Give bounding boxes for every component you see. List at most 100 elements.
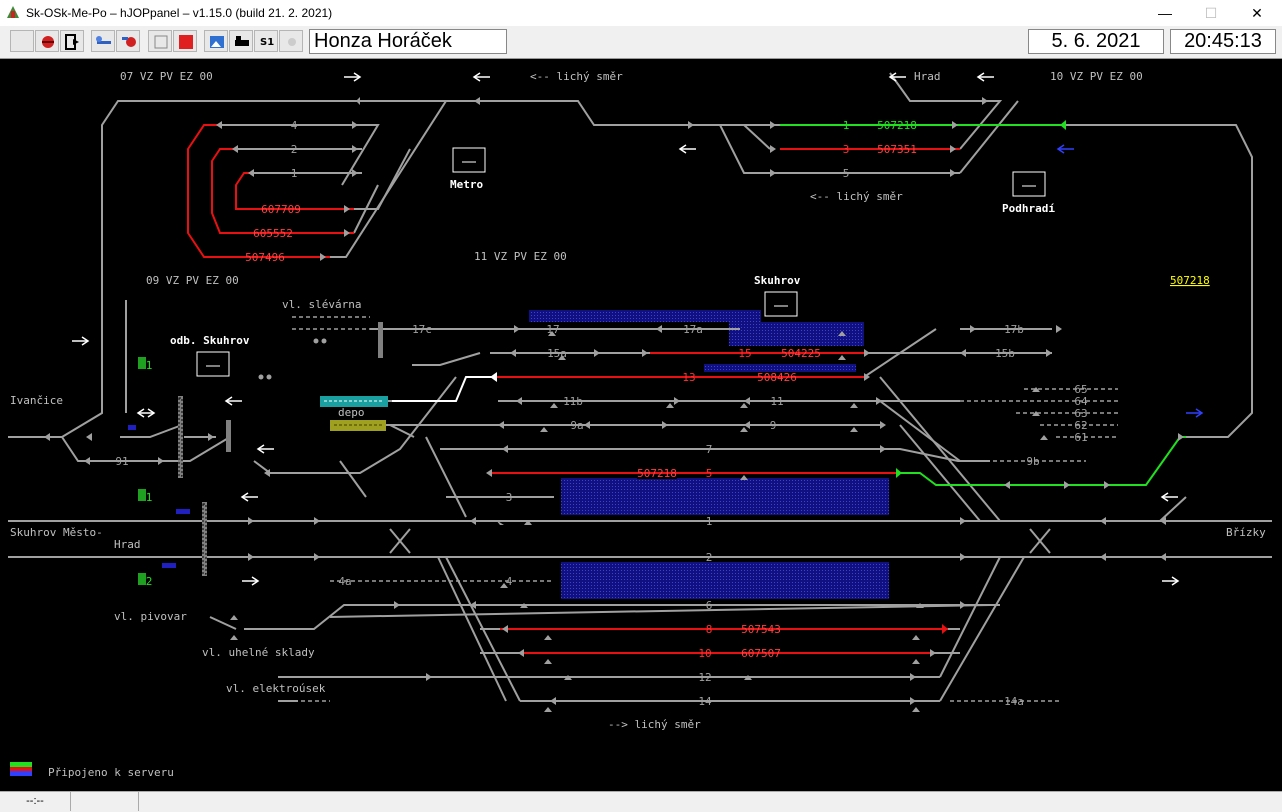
vl-elektro-label: vl. elektroúsek — [226, 682, 326, 695]
train-507351: 507351 — [877, 143, 917, 156]
train-504225: 504225 — [781, 347, 821, 360]
track-10: 10 — [698, 647, 711, 660]
ctrl-11-label: 11 VZ PV EZ 00 — [474, 250, 567, 263]
track-9a: 9a — [570, 419, 583, 432]
relief-panel[interactable]: 07 VZ PV EZ 00 09 VZ PV EZ 00 10 VZ PV E… — [0, 59, 1282, 791]
track-k4: 4 — [291, 119, 298, 132]
track-11b: 11b — [563, 395, 583, 408]
track-4: 4 — [506, 575, 513, 588]
track-k2: 2 — [291, 143, 298, 156]
connection-indicator — [10, 762, 32, 776]
track-15: 15 — [738, 347, 751, 360]
track-4a: 4a — [338, 575, 351, 588]
track-12: 12 — [698, 671, 711, 684]
track-5: 5 — [706, 467, 713, 480]
skuhrov-mesto-label-1: Skuhrov Město- — [10, 526, 103, 539]
track-91: 91 — [115, 455, 128, 468]
track-61: 61 — [1074, 431, 1087, 444]
depo-label: depo — [338, 406, 365, 419]
odd-direction-top: <-- lichý směr — [530, 70, 623, 83]
train-507543: 507543 — [741, 623, 781, 636]
skuhrov-label: Skuhrov — [754, 274, 801, 287]
ctrl-10-label: 10 VZ PV EZ 00 — [1050, 70, 1143, 83]
status-cell-time: --:-- — [0, 792, 71, 811]
locomotive-button[interactable] — [229, 30, 253, 52]
s1-button[interactable]: S1 — [254, 30, 278, 52]
skuhrov-mesto-label-2: Hrad — [114, 538, 141, 551]
status-cell-empty — [72, 792, 139, 811]
misc-button[interactable] — [279, 30, 303, 52]
train-507496: 507496 — [245, 251, 285, 264]
track-h3: 3 — [843, 143, 850, 156]
hrad-label: Hrad — [914, 70, 941, 83]
track-1: 1 — [706, 515, 713, 528]
ctrl-07-label: 07 VZ PV EZ 00 — [120, 70, 213, 83]
minimize-button[interactable]: — — [1142, 0, 1188, 26]
track-7: 7 — [706, 443, 713, 456]
image-button[interactable] — [204, 30, 228, 52]
loose-train-label[interactable]: 507218 — [1170, 274, 1210, 287]
dcc-stop-button[interactable] — [173, 30, 197, 52]
signal-count-1a: 1 — [146, 359, 153, 372]
metro-label: Metro — [450, 178, 483, 191]
tools-button[interactable] — [116, 30, 140, 52]
window-title: Sk-OSk-Me-Po – hJOPpanel – v1.15.0 (buil… — [26, 6, 333, 20]
track-9: 9 — [770, 419, 777, 432]
track-6: 6 — [706, 599, 713, 612]
ivancice-label: Ivančice — [10, 394, 63, 407]
track-17: 17 — [546, 323, 559, 336]
settings-button[interactable] — [91, 30, 115, 52]
ctrl-09-label: 09 VZ PV EZ 00 — [146, 274, 239, 287]
svg-text:S1: S1 — [260, 37, 274, 48]
track-3: 3 — [506, 491, 513, 504]
track-13: 13 — [682, 371, 695, 384]
connect-button[interactable] — [10, 30, 34, 52]
signal-count-2: 2 — [146, 575, 153, 588]
odd-direction-mid: <-- lichý směr — [810, 190, 903, 203]
train-607507: 607507 — [741, 647, 781, 660]
podhradi-label: Podhradí — [1002, 202, 1055, 215]
disconnect-button[interactable] — [35, 30, 59, 52]
track-h5: 5 — [843, 167, 850, 180]
track-2: 2 — [706, 551, 713, 564]
route-tracks — [780, 124, 1186, 486]
track-17c: 17c — [412, 323, 432, 336]
toolbar: S1 Honza Horáček 5. 6. 2021 20:45:13 — [0, 26, 1282, 59]
connection-status: Připojeno k serveru — [48, 766, 174, 779]
barriers — [138, 322, 388, 585]
track-k1: 1 — [291, 167, 298, 180]
odd-direction-bottom: --> lichý směr — [608, 718, 701, 731]
dcc-go-button[interactable] — [148, 30, 172, 52]
close-button[interactable]: ✕ — [1234, 0, 1280, 26]
maximize-button[interactable]: ☐ — [1188, 0, 1234, 26]
track-14: 14 — [698, 695, 712, 708]
track-9b: 9b — [1026, 455, 1039, 468]
logout-button[interactable] — [60, 30, 84, 52]
train-507218-top: 507218 — [877, 119, 917, 132]
track-17b: 17b — [1004, 323, 1024, 336]
vl-uhelne-label: vl. uhelné sklady — [202, 646, 315, 659]
track-11: 11 — [770, 395, 783, 408]
track-15a: 15a — [547, 347, 567, 360]
status-bar: --:-- — [0, 791, 1282, 812]
train-508426: 508426 — [757, 371, 797, 384]
app-icon — [7, 6, 19, 18]
train-507218-5: 507218 — [637, 467, 677, 480]
user-name-field: Honza Horáček — [309, 29, 507, 54]
signal-count-1b: 1 — [146, 491, 153, 504]
vl-pivovar-label: vl. pivovar — [114, 610, 187, 623]
track-8: 8 — [706, 623, 713, 636]
train-605552: 605552 — [253, 227, 293, 240]
date-display: 5. 6. 2021 — [1028, 29, 1164, 54]
depo-route — [392, 376, 494, 402]
odb-skuhrov-label: odb. Skuhrov — [170, 334, 250, 347]
track-h1: 1 — [843, 119, 850, 132]
track-15b: 15b — [995, 347, 1015, 360]
track-14a: 14a — [1004, 695, 1024, 708]
track-17a: 17a — [683, 323, 703, 336]
train-607709: 607709 — [261, 203, 301, 216]
title-bar: Sk-OSk-Me-Po – hJOPpanel – v1.15.0 (buil… — [0, 0, 1282, 26]
vl-slevarna-label: vl. slévárna — [282, 298, 361, 311]
time-display: 20:45:13 — [1170, 29, 1276, 54]
brizky-label: Břízky — [1226, 526, 1266, 539]
